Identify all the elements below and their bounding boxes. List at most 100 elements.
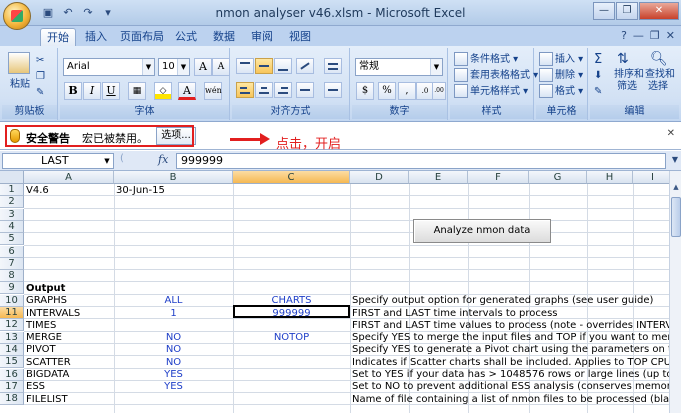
cell-b16[interactable]: YES: [114, 369, 233, 381]
percent-button[interactable]: %: [378, 82, 396, 100]
cell-a16[interactable]: BIGDATA: [26, 369, 114, 381]
active-cell-c11[interactable]: [233, 305, 350, 318]
minimize-button[interactable]: —: [593, 2, 615, 20]
cell-b14[interactable]: NO: [114, 344, 233, 356]
align-left-button[interactable]: [236, 82, 254, 98]
format-cells-button[interactable]: 格式 ▾: [539, 83, 583, 101]
column-header-d[interactable]: D: [350, 171, 409, 184]
cell-d18[interactable]: Name of file containing a list of nmon f…: [352, 394, 669, 406]
align-top-button[interactable]: [236, 58, 254, 74]
cell-a18[interactable]: FILELIST: [26, 394, 114, 406]
cell-d17[interactable]: Set to NO to prevent additional ESS anal…: [352, 381, 669, 393]
row-header-3[interactable]: 3: [0, 208, 24, 221]
office-button[interactable]: [3, 2, 31, 30]
cell-d11[interactable]: FIRST and LAST time intervals to process: [352, 308, 652, 320]
analyze-nmon-data-button[interactable]: Analyze nmon data: [413, 219, 551, 243]
clear-icon[interactable]: ✎: [594, 83, 602, 101]
cell-a17[interactable]: ESS: [26, 381, 114, 393]
paste-icon[interactable]: [8, 52, 30, 74]
formula-bar-toggle-icon[interactable]: (: [120, 153, 124, 164]
row-header-9[interactable]: 9: [0, 282, 24, 295]
comma-button[interactable]: ,: [398, 82, 416, 100]
minimize-workbook-icon[interactable]: —: [633, 29, 644, 42]
cell-b11[interactable]: 1: [114, 308, 233, 320]
cell-c13[interactable]: NOTOP: [233, 332, 350, 344]
close-button[interactable]: ✕: [639, 2, 679, 20]
row-header-10[interactable]: 10: [0, 294, 24, 307]
chevron-down-icon[interactable]: ▼: [142, 59, 154, 75]
cell-a15[interactable]: SCATTER: [26, 357, 114, 369]
insert-function-button[interactable]: fx: [158, 153, 168, 166]
font-name-combo[interactable]: Arial ▼: [63, 58, 155, 76]
name-box[interactable]: LAST ▼: [2, 153, 114, 169]
cell-b10[interactable]: ALL: [114, 295, 233, 307]
cell-d12[interactable]: FIRST and LAST time values to process (n…: [352, 320, 669, 332]
cell-d10[interactable]: Specify output option for generated grap…: [352, 295, 653, 307]
phonetic-button[interactable]: wén: [204, 82, 222, 100]
align-bottom-button[interactable]: [274, 58, 292, 74]
column-header-b[interactable]: B: [114, 171, 233, 184]
currency-button[interactable]: $: [356, 82, 374, 100]
close-workbook-icon[interactable]: ✕: [666, 29, 675, 42]
restore-workbook-icon[interactable]: ❐: [650, 29, 660, 42]
bold-button[interactable]: B: [64, 82, 82, 100]
row-header-18[interactable]: 18: [0, 393, 24, 406]
cell-b1[interactable]: 30-Jun-15: [116, 185, 235, 197]
orientation-button[interactable]: [296, 58, 314, 74]
shrink-font-button[interactable]: A: [212, 58, 230, 76]
align-right-button[interactable]: [274, 82, 292, 98]
cell-a13[interactable]: MERGE: [26, 332, 114, 344]
spreadsheet-grid[interactable]: A B C D E F G H I 1 V4.6 30-Jun-15 2 3 4 5 6 7 8 9…: [0, 171, 669, 413]
tab-review[interactable]: 审阅: [248, 28, 276, 46]
row-header-7[interactable]: 7: [0, 257, 24, 270]
number-format-combo[interactable]: 常规 ▼: [355, 58, 443, 76]
align-middle-button[interactable]: [255, 58, 273, 74]
scroll-thumb[interactable]: [671, 197, 681, 237]
row-header-17[interactable]: 17: [0, 380, 24, 393]
cell-d15[interactable]: Indicates if Scatter charts shall be inc…: [352, 357, 669, 369]
expand-formula-icon[interactable]: ▼: [672, 155, 678, 164]
cell-d16[interactable]: Set to YES if your data has > 1048576 ro…: [352, 369, 669, 381]
formula-input[interactable]: 999999: [176, 153, 666, 169]
cell-a9[interactable]: Output: [26, 283, 114, 295]
column-header-c[interactable]: C: [233, 171, 350, 184]
row-header-15[interactable]: 15: [0, 356, 24, 369]
fill-color-icon[interactable]: ◇: [154, 82, 172, 100]
restore-button[interactable]: ❐: [616, 2, 638, 20]
sort-filter-label-2[interactable]: 筛选: [617, 78, 637, 96]
merge-center-button[interactable]: [324, 82, 342, 98]
column-header-h[interactable]: H: [587, 171, 633, 184]
row-header-16[interactable]: 16: [0, 368, 24, 381]
decrease-indent-button[interactable]: [296, 82, 314, 98]
find-select-label-2[interactable]: 选择: [648, 78, 668, 96]
select-all-corner[interactable]: [0, 171, 24, 184]
italic-button[interactable]: I: [83, 82, 101, 100]
tab-insert[interactable]: 插入: [82, 28, 110, 46]
column-header-e[interactable]: E: [409, 171, 468, 184]
border-icon[interactable]: ▦: [128, 82, 146, 100]
column-header-a[interactable]: A: [24, 171, 114, 184]
row-header-1[interactable]: 1: [0, 184, 24, 196]
tab-data[interactable]: 数据: [210, 28, 238, 46]
help-icon[interactable]: ?: [621, 29, 627, 42]
cell-b17[interactable]: YES: [114, 381, 233, 393]
row-header-8[interactable]: 8: [0, 270, 24, 283]
row-header-14[interactable]: 14: [0, 343, 24, 356]
chevron-down-icon[interactable]: ▼: [177, 59, 189, 75]
cell-a1[interactable]: V4.6: [26, 185, 114, 197]
wrap-text-button[interactable]: [324, 58, 342, 74]
vertical-scrollbar[interactable]: ▲: [669, 171, 681, 413]
cell-b13[interactable]: NO: [114, 332, 233, 344]
decrease-decimal-button[interactable]: .00: [432, 82, 446, 100]
cell-b15[interactable]: NO: [114, 357, 233, 369]
tab-page-layout[interactable]: 页面布局: [118, 28, 166, 46]
cell-a10[interactable]: GRAPHS: [26, 295, 114, 307]
cell-styles-button[interactable]: 单元格样式 ▾: [454, 83, 528, 101]
paste-button[interactable]: 粘贴: [10, 76, 30, 94]
cell-a12[interactable]: TIMES: [26, 320, 114, 332]
row-header-6[interactable]: 6: [0, 245, 24, 258]
column-header-f[interactable]: F: [468, 171, 529, 184]
column-header-i[interactable]: I: [633, 171, 669, 184]
cell-d13[interactable]: Specify YES to merge the input files and…: [352, 332, 669, 344]
chevron-down-icon[interactable]: ▼: [430, 59, 442, 75]
